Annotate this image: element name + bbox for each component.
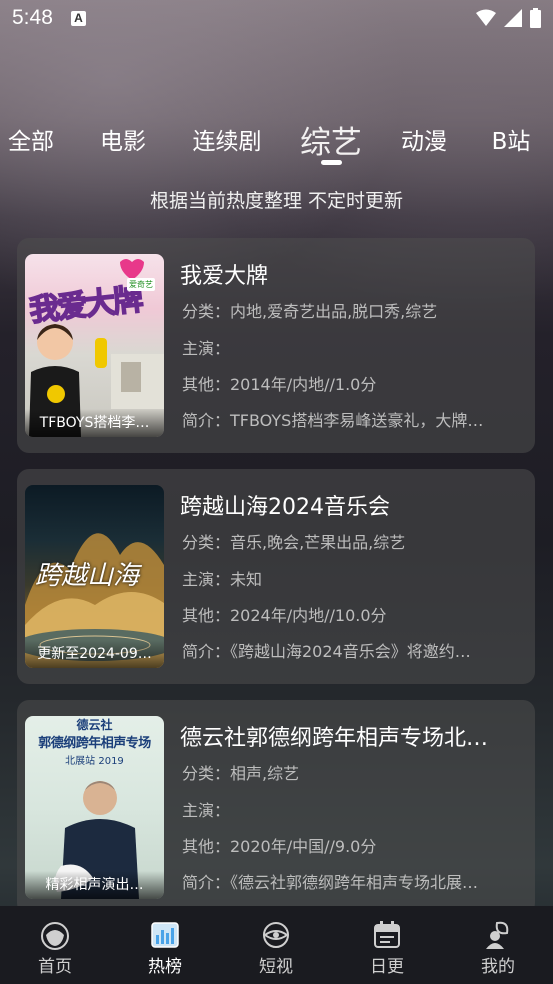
show-cast: 主演：: [182, 801, 231, 820]
nav-mine-label: 我的: [481, 957, 515, 977]
system-icons: [476, 8, 541, 28]
show-card[interactable]: 德云社 郭德纲跨年相声专场 北展站 2019 精彩相声演出… 德云社郭德纲跨年相…: [17, 700, 535, 908]
show-cast: 主演：未知: [182, 570, 263, 589]
poster-image[interactable]: 跨越山海 更新至2024-09…: [25, 485, 164, 668]
nav-daily-label: 日更: [370, 957, 404, 977]
ranking-subtitle: 根据当前热度整理 不定时更新: [149, 190, 404, 212]
show-card[interactable]: 跨越山海 更新至2024-09… 跨越山海2024音乐会 分类：音乐,晚会,芒果…: [17, 469, 535, 684]
nav-short-video-label: 短视: [259, 957, 293, 977]
battery-icon: [530, 8, 541, 28]
show-other: 其他：2024年/内地//10.0分: [182, 606, 387, 625]
nav-hot-label: 热榜: [148, 957, 182, 977]
profile-icon: [486, 921, 509, 949]
show-category: 分类：内地,爱奇艺出品,脱口秀,综艺: [182, 302, 438, 321]
calendar-icon: [374, 921, 400, 948]
tab-indicator: [321, 160, 342, 165]
poster-caption: 更新至2024-09…: [25, 640, 164, 668]
tab-series[interactable]: 连续剧: [193, 122, 262, 156]
nav-short-video[interactable]: 短视: [221, 906, 331, 984]
poster-image[interactable]: 我爱大牌 爱奇艺 TFBOYS搭档李…: [25, 254, 164, 437]
nav-mine[interactable]: 我的: [443, 906, 553, 984]
show-summary: 简介：《德云社郭德纲跨年相声专场北展…: [182, 873, 479, 892]
chart-icon: [151, 922, 179, 948]
nav-daily[interactable]: 日更: [332, 906, 442, 984]
show-cast: 主演：: [182, 339, 231, 358]
show-title[interactable]: 德云社郭德纲跨年相声专场北…: [180, 720, 520, 752]
poster-image[interactable]: 德云社 郭德纲跨年相声专场 北展站 2019 精彩相声演出…: [25, 716, 164, 899]
tab-bilibili[interactable]: B站: [492, 122, 531, 156]
tab-variety[interactable]: 综艺: [300, 117, 362, 162]
poster-caption: 精彩相声演出…: [25, 871, 164, 899]
show-category: 分类：相声,综艺: [182, 764, 300, 783]
video-icon: [263, 922, 289, 948]
bottom-nav: 首页 热榜 短视 日更 我的: [0, 906, 553, 984]
show-list: 我爱大牌 爱奇艺 TFBOYS搭档李… 我爱大牌 分类：内地,爱奇艺出品,脱口秀…: [17, 238, 535, 908]
wifi-icon: [476, 9, 496, 26]
category-tabs: 全部 电影 连续剧 综艺 动漫 B站: [0, 112, 553, 172]
nav-home-label: 首页: [38, 957, 72, 977]
tab-anime[interactable]: 动漫: [401, 122, 447, 156]
show-other: 其他：2014年/内地//1.0分: [182, 375, 377, 394]
show-title[interactable]: 我爱大牌: [180, 258, 520, 290]
notification-a-icon: A: [71, 11, 86, 26]
show-summary: 简介：TFBOYS搭档李易峰送豪礼，大牌…: [182, 411, 484, 430]
poster-caption: TFBOYS搭档李…: [25, 409, 164, 437]
signal-icon: [504, 9, 522, 27]
show-category: 分类：音乐,晚会,芒果出品,综艺: [182, 533, 406, 552]
show-summary: 简介：《跨越山海2024音乐会》将邀约…: [182, 642, 471, 661]
status-time: 5:48: [12, 6, 53, 29]
nav-hot[interactable]: 热榜: [110, 906, 220, 984]
home-icon: [41, 922, 69, 950]
tab-all[interactable]: 全部: [8, 122, 54, 156]
show-card[interactable]: 我爱大牌 爱奇艺 TFBOYS搭档李… 我爱大牌 分类：内地,爱奇艺出品,脱口秀…: [17, 238, 535, 453]
nav-home[interactable]: 首页: [0, 906, 110, 984]
status-bar: 5:48 A: [0, 0, 553, 38]
show-title[interactable]: 跨越山海2024音乐会: [180, 489, 520, 521]
poster-title-text: 跨越山海: [35, 561, 140, 591]
tab-movie[interactable]: 电影: [100, 122, 146, 156]
poster-logo: 爱奇艺: [127, 278, 155, 291]
show-other: 其他：2020年/中国//9.0分: [182, 837, 377, 856]
